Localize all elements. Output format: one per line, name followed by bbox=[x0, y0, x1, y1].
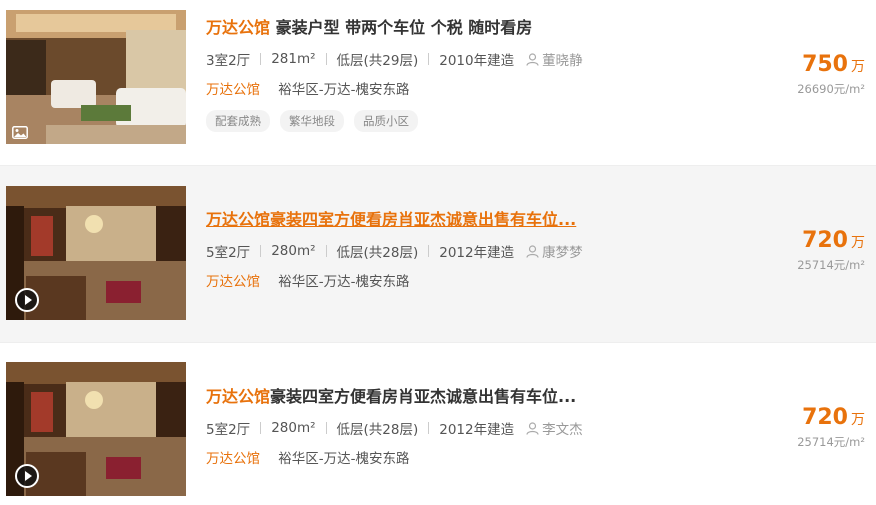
video-play-icon[interactable] bbox=[15, 288, 39, 312]
divider bbox=[325, 53, 327, 65]
listing-location: 万达公馆 裕华区-万达-槐安东路 bbox=[206, 447, 583, 467]
agent[interactable]: 李文杰 bbox=[526, 418, 583, 438]
divider bbox=[325, 245, 327, 257]
person-icon bbox=[526, 244, 539, 258]
agent-name[interactable]: 董晓静 bbox=[542, 49, 583, 69]
listing-photo[interactable] bbox=[6, 362, 186, 496]
agent[interactable]: 董晓静 bbox=[526, 49, 583, 69]
price-block: 720 万 25714元/m² bbox=[797, 405, 865, 450]
divider bbox=[428, 422, 430, 434]
floor-level: 低层(共28层) bbox=[336, 422, 419, 438]
location-area: 裕华区-万达-槐安东路 bbox=[278, 451, 410, 467]
divider bbox=[260, 245, 262, 257]
divider bbox=[260, 422, 262, 434]
agent[interactable]: 康梦梦 bbox=[526, 241, 583, 261]
room-layout: 5室2厅 bbox=[206, 422, 251, 438]
price-block: 720 万 25714元/m² bbox=[797, 228, 865, 273]
listing-info: 万达公馆豪装四室方便看房肖亚杰诚意出售有车位... 5室2厅 280m² 低层(… bbox=[206, 209, 583, 290]
listing-location: 万达公馆 裕华区-万达-槐安东路 bbox=[206, 270, 583, 290]
person-icon bbox=[526, 421, 539, 435]
location-community-link[interactable]: 万达公馆 bbox=[206, 82, 260, 98]
build-year: 2010年建造 bbox=[439, 53, 515, 69]
listing-info: 万达公馆 豪装户型 带两个车位 个税 随时看房 3室2厅 281m² 低层(共2… bbox=[206, 17, 583, 132]
divider bbox=[428, 245, 430, 257]
listing-meta: 5室2厅 280m² 低层(共28层) 2012年建造 李文杰 bbox=[206, 418, 583, 438]
title-description[interactable]: 豪装四室方便看房肖亚杰诚意出售有车位... bbox=[270, 210, 576, 229]
title-description[interactable]: 豪装四室方便看房肖亚杰诚意出售有车位... bbox=[270, 387, 576, 406]
listing-info: 万达公馆豪装四室方便看房肖亚杰诚意出售有车位... 5室2厅 280m² 低层(… bbox=[206, 386, 583, 467]
location-community-link[interactable]: 万达公馆 bbox=[206, 274, 260, 290]
title-community[interactable]: 万达公馆 bbox=[206, 387, 270, 406]
room-layout: 3室2厅 bbox=[206, 53, 251, 69]
listing-title[interactable]: 万达公馆豪装四室方便看房肖亚杰诚意出售有车位... bbox=[206, 386, 583, 408]
listing-title[interactable]: 万达公馆 豪装户型 带两个车位 个税 随时看房 bbox=[206, 17, 583, 39]
location-area: 裕华区-万达-槐安东路 bbox=[278, 82, 410, 98]
unit-price: 25714元/m² bbox=[797, 258, 865, 272]
person-icon bbox=[526, 52, 539, 66]
floor-area: 280m² bbox=[271, 420, 316, 436]
image-gallery-icon bbox=[12, 126, 28, 139]
divider bbox=[325, 422, 327, 434]
divider bbox=[260, 53, 262, 65]
living-room-photo bbox=[6, 10, 186, 144]
total-price: 750 bbox=[802, 52, 848, 77]
tag: 繁华地段 bbox=[280, 110, 344, 132]
tag-list: 配套成熟 繁华地段 品质小区 bbox=[206, 110, 583, 132]
listing-meta: 3室2厅 281m² 低层(共29层) 2010年建造 董晓静 bbox=[206, 49, 583, 69]
unit-price: 25714元/m² bbox=[797, 435, 865, 449]
listing-card[interactable]: 万达公馆 豪装户型 带两个车位 个税 随时看房 3室2厅 281m² 低层(共2… bbox=[0, 0, 876, 166]
title-description[interactable]: 豪装户型 带两个车位 个税 随时看房 bbox=[276, 18, 533, 37]
unit-price: 26690元/m² bbox=[797, 82, 865, 96]
location-area: 裕华区-万达-槐安东路 bbox=[278, 274, 410, 290]
video-play-icon[interactable] bbox=[15, 464, 39, 488]
agent-name[interactable]: 康梦梦 bbox=[542, 241, 583, 261]
total-price: 720 bbox=[802, 228, 848, 253]
listing-card[interactable]: 万达公馆豪装四室方便看房肖亚杰诚意出售有车位... 5室2厅 280m² 低层(… bbox=[0, 343, 876, 505]
build-year: 2012年建造 bbox=[439, 245, 515, 261]
listing-card[interactable]: 万达公馆豪装四室方便看房肖亚杰诚意出售有车位... 5室2厅 280m² 低层(… bbox=[0, 166, 876, 343]
tag: 配套成熟 bbox=[206, 110, 270, 132]
listing-location: 万达公馆 裕华区-万达-槐安东路 bbox=[206, 78, 583, 98]
floor-area: 280m² bbox=[271, 243, 316, 259]
price-unit: 万 bbox=[851, 235, 865, 251]
title-community[interactable]: 万达公馆 bbox=[206, 210, 270, 229]
listing-meta: 5室2厅 280m² 低层(共28层) 2012年建造 康梦梦 bbox=[206, 241, 583, 261]
price-unit: 万 bbox=[851, 412, 865, 428]
price-unit: 万 bbox=[851, 59, 865, 75]
room-layout: 5室2厅 bbox=[206, 245, 251, 261]
total-price: 720 bbox=[802, 405, 848, 430]
floor-area: 281m² bbox=[271, 51, 316, 67]
listing-title[interactable]: 万达公馆豪装四室方便看房肖亚杰诚意出售有车位... bbox=[206, 209, 583, 231]
title-community[interactable]: 万达公馆 bbox=[206, 18, 270, 37]
agent-name[interactable]: 李文杰 bbox=[542, 418, 583, 438]
listing-photo[interactable] bbox=[6, 10, 186, 144]
location-community-link[interactable]: 万达公馆 bbox=[206, 451, 260, 467]
floor-level: 低层(共29层) bbox=[336, 53, 419, 69]
tag: 品质小区 bbox=[354, 110, 418, 132]
build-year: 2012年建造 bbox=[439, 422, 515, 438]
floor-level: 低层(共28层) bbox=[336, 245, 419, 261]
listing-photo[interactable] bbox=[6, 186, 186, 320]
divider bbox=[428, 53, 430, 65]
price-block: 750 万 26690元/m² bbox=[797, 52, 865, 97]
